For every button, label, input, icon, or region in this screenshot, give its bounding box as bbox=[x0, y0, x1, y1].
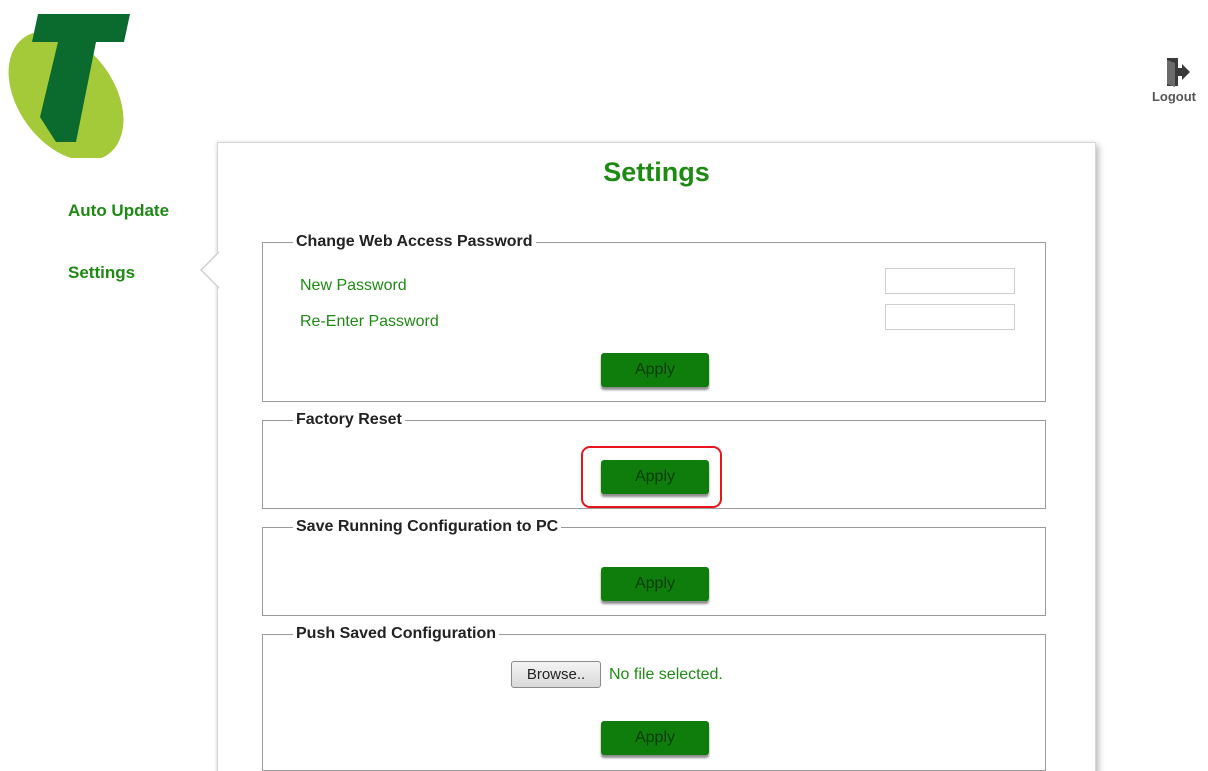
page: Logout Auto Update Settings Settings Cha… bbox=[0, 0, 1208, 771]
push-config-apply-button[interactable]: Apply bbox=[601, 721, 709, 755]
page-title: Settings bbox=[603, 157, 710, 187]
change-password-apply-button[interactable]: Apply bbox=[601, 353, 709, 387]
sidebar-item-settings[interactable]: Settings bbox=[68, 262, 135, 284]
logout-label: Logout bbox=[1151, 89, 1197, 104]
section-legend: Change Web Access Password bbox=[293, 233, 536, 251]
door-exit-icon bbox=[1167, 58, 1190, 87]
section-legend: Save Running Configuration to PC bbox=[293, 518, 562, 536]
section-save-config: Save Running Configuration to PC Apply bbox=[262, 518, 1046, 616]
sidebar-item-auto-update[interactable]: Auto Update bbox=[68, 200, 169, 222]
section-legend: Push Saved Configuration bbox=[293, 625, 500, 643]
save-config-apply-button[interactable]: Apply bbox=[601, 567, 709, 601]
section-push-config: Push Saved Configuration Browse.. No fil… bbox=[262, 625, 1046, 771]
section-legend: Factory Reset bbox=[293, 411, 405, 429]
reenter-password-input[interactable] bbox=[885, 304, 1015, 330]
browse-button[interactable]: Browse.. bbox=[511, 661, 601, 688]
logout-button[interactable]: Logout bbox=[1144, 56, 1204, 116]
highlight-box bbox=[581, 446, 722, 508]
section-change-password: Change Web Access Password New Password … bbox=[262, 233, 1046, 402]
panel-pointer-inner bbox=[202, 252, 220, 288]
new-password-input[interactable] bbox=[885, 268, 1015, 294]
file-status: No file selected. bbox=[609, 666, 723, 683]
telstra-logo-icon bbox=[8, 14, 130, 158]
new-password-label: New Password bbox=[300, 277, 407, 294]
reenter-password-label: Re-Enter Password bbox=[300, 313, 439, 330]
